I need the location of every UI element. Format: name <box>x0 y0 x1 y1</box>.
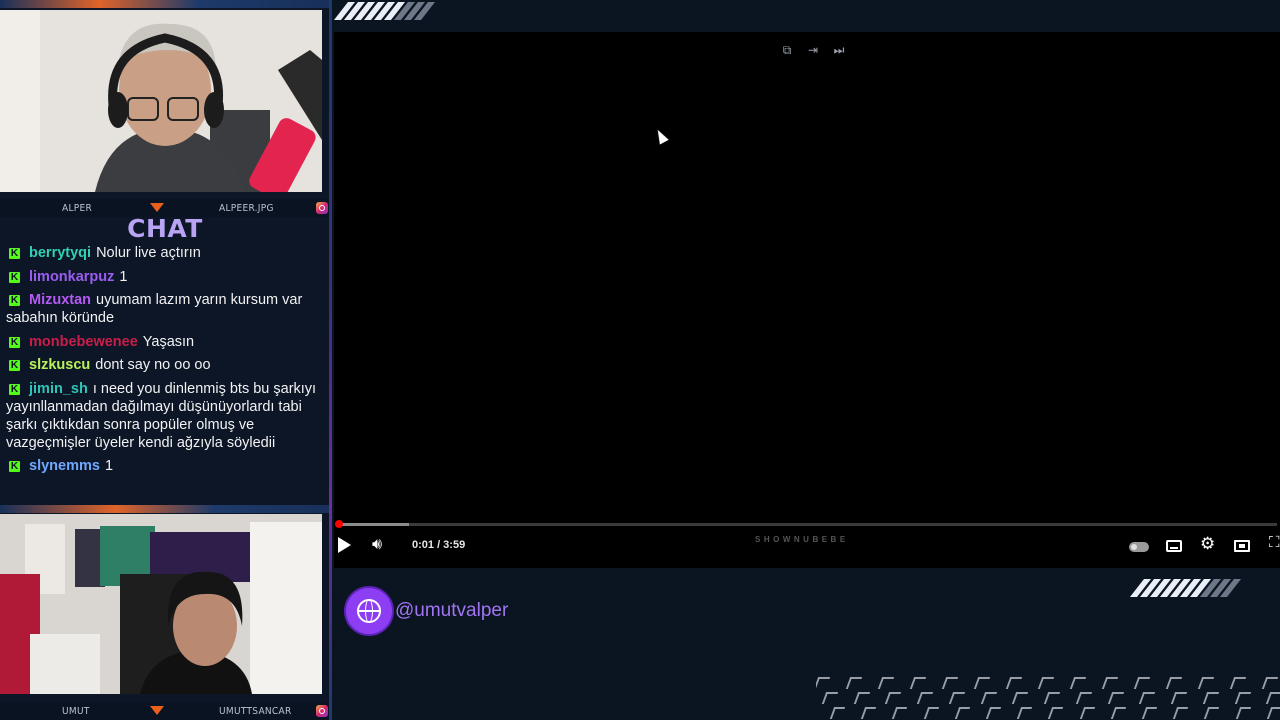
kick-badge-icon: K <box>9 271 20 283</box>
chat-message: Kmonbebewenee Yaşasın <box>6 333 324 351</box>
streamer-handle-right: ALPEER.JPG <box>219 202 274 214</box>
chat-message: Kberrytyqi Nolur live açtırın <box>6 244 324 262</box>
globe-icon <box>346 588 392 634</box>
instagram-icon <box>316 705 328 717</box>
progress-bar[interactable] <box>335 520 1277 528</box>
chat-username[interactable]: limonkarpuz <box>29 269 114 285</box>
kick-badge-icon: K <box>9 360 20 371</box>
decorative-stripes-top <box>333 2 436 20</box>
camera-frame-middle <box>0 505 330 513</box>
chat-message: K Mizuxtan uyumam lazım yarın kursum var s… <box>6 291 324 327</box>
chat-message: Kjimin_sh ı need you dinlenmiş bts bu şar… <box>6 380 324 452</box>
channel-watermark: SHOWNUBEBE <box>755 535 849 544</box>
kick-badge-icon: K <box>9 295 20 306</box>
webcam-alper <box>0 10 322 192</box>
video-player[interactable]: ⧉ ⇥ ⏭ 🔊︎ 0:01 / 3:59 SHOWNUBEBE ⚙ ⛶ <box>334 32 1280 568</box>
kick-badge-icon: K <box>9 461 20 472</box>
chat-username[interactable]: monbebewenee <box>29 334 138 350</box>
chat-message-text: Nolur live açtırın <box>96 245 201 261</box>
left-overlay-column: ALPER ALPEER.JPG CHAT Kberrytyqi Nolur li… <box>0 0 332 720</box>
webcam-umut-image <box>0 514 322 694</box>
kick-badge-icon: K <box>9 248 20 259</box>
play-button[interactable] <box>338 537 351 553</box>
chat-message: Kslzkuscu dont say no oo oo <box>6 356 324 374</box>
time-display: 0:01 / 3:59 <box>412 539 466 551</box>
player-top-icons: ⧉ ⇥ ⏭ <box>779 43 847 57</box>
webcam-alper-image <box>0 10 322 192</box>
volume-icon[interactable]: 🔊︎ <box>372 536 382 554</box>
kick-badge-icon: K <box>9 383 20 395</box>
chat-username[interactable]: Mizuxtan <box>29 292 91 308</box>
chat-message-list: Kberrytyqi Nolur live açtırın Klimonkarpuz… <box>6 244 324 481</box>
streamer-name-left: UMUT <box>62 705 90 717</box>
chat-title: CHAT <box>127 214 203 243</box>
social-handle: @umutvalper <box>346 588 508 634</box>
miniplayer-icon[interactable] <box>1234 540 1250 552</box>
decorative-pattern <box>816 677 1280 720</box>
chat-username[interactable]: berrytyqi <box>29 245 91 261</box>
fullscreen-icon[interactable]: ⛶ <box>1269 534 1280 551</box>
chat-username[interactable]: slzkuscu <box>29 357 90 373</box>
streamer-handle-right: UMUTTSANCAR <box>219 705 292 717</box>
progress-buffer <box>337 523 410 526</box>
external-link-icon[interactable]: ⧉ <box>779 43 795 57</box>
chat-message: Kslynemms 1 <box>6 457 324 475</box>
camera-name-bar-bottom: UMUT UMUTTSANCAR <box>0 702 332 720</box>
chat-message-text: dont say no oo oo <box>95 357 211 373</box>
captions-icon[interactable] <box>1166 540 1182 552</box>
chat-message: Klimonkarpuz 1 <box>6 268 324 286</box>
chat-message-text: 1 <box>119 268 128 285</box>
enter-icon[interactable]: ⇥ <box>805 43 821 57</box>
kick-badge-icon: K <box>9 336 20 348</box>
skip-next-icon[interactable]: ⏭ <box>831 43 847 57</box>
social-handle-text: @umutvalper <box>395 600 509 621</box>
decorative-stripes-right <box>1129 579 1242 597</box>
progress-scrubber[interactable] <box>335 520 343 528</box>
chat-username[interactable]: slynemms <box>29 458 100 474</box>
chat-message-text: Yaşasın <box>142 333 195 350</box>
mouse-cursor-icon <box>653 127 669 145</box>
autoplay-toggle[interactable] <box>1129 542 1149 552</box>
instagram-icon <box>316 202 328 214</box>
camera-frame-top <box>0 0 330 8</box>
webcam-umut <box>0 514 322 694</box>
triangle-down-icon <box>150 203 164 212</box>
chat-message-text: 1 <box>104 458 114 474</box>
triangle-down-icon <box>150 706 164 715</box>
settings-icon[interactable]: ⚙ <box>1200 534 1215 554</box>
streamer-name-left: ALPER <box>62 202 93 214</box>
chat-username[interactable]: jimin_sh <box>29 381 88 397</box>
